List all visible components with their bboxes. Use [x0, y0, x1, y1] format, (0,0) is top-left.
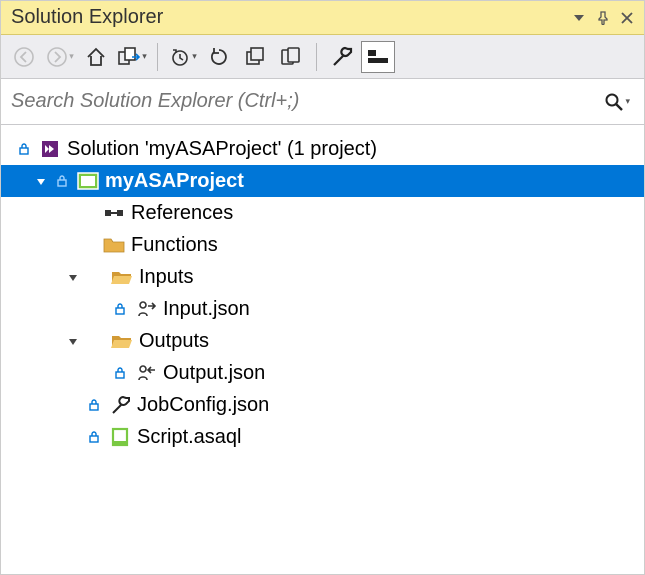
- home-button[interactable]: [79, 41, 113, 73]
- expander-icon[interactable]: [65, 269, 81, 285]
- references-icon: [101, 202, 127, 224]
- sync-views-button[interactable]: ▾: [115, 41, 149, 73]
- lock-icon: [111, 300, 129, 318]
- solution-label: Solution 'myASAProject' (1 project): [67, 138, 377, 161]
- solution-node[interactable]: Solution 'myASAProject' (1 project): [1, 133, 644, 165]
- project-icon: [75, 170, 101, 192]
- toolbar-separator: [316, 43, 317, 71]
- back-button[interactable]: [7, 41, 41, 73]
- input-json-label: Input.json: [163, 298, 250, 321]
- lock-icon: [15, 140, 33, 158]
- output-json-node[interactable]: Output.json: [1, 357, 644, 389]
- input-file-icon: [133, 298, 159, 320]
- refresh-button[interactable]: [202, 41, 236, 73]
- lock-icon: [111, 364, 129, 382]
- titlebar: Solution Explorer: [1, 1, 644, 35]
- preview-button[interactable]: [361, 41, 395, 73]
- lock-icon: [85, 428, 103, 446]
- functions-node[interactable]: Functions: [1, 229, 644, 261]
- solution-tree: Solution 'myASAProject' (1 project) myAS…: [1, 125, 644, 574]
- project-label: myASAProject: [105, 170, 244, 193]
- close-button[interactable]: [616, 7, 638, 29]
- search-input[interactable]: [11, 90, 600, 113]
- input-json-node[interactable]: Input.json: [1, 293, 644, 325]
- wrench-icon: [107, 394, 133, 416]
- dropdown-button[interactable]: [568, 7, 590, 29]
- expander-icon[interactable]: [65, 333, 81, 349]
- inputs-node[interactable]: Inputs: [1, 261, 644, 293]
- output-json-label: Output.json: [163, 362, 265, 385]
- outputs-label: Outputs: [139, 330, 209, 353]
- window-title: Solution Explorer: [7, 6, 568, 29]
- folder-icon: [101, 234, 127, 256]
- solution-icon: [37, 138, 63, 160]
- properties-button[interactable]: [325, 41, 359, 73]
- script-icon: [107, 426, 133, 448]
- search-bar: ▾: [1, 79, 644, 125]
- script-label: Script.asaql: [137, 426, 242, 449]
- output-file-icon: [133, 362, 159, 384]
- chevron-down-icon: ▾: [625, 96, 630, 107]
- toolbar: ▾ ▾ ▾: [1, 35, 644, 79]
- jobconfig-label: JobConfig.json: [137, 394, 269, 417]
- project-node[interactable]: myASAProject: [1, 165, 644, 197]
- jobconfig-node[interactable]: JobConfig.json: [1, 389, 644, 421]
- lock-icon: [53, 172, 71, 190]
- collapse-all-button[interactable]: [238, 41, 272, 73]
- references-label: References: [131, 202, 233, 225]
- pending-changes-button[interactable]: ▾: [166, 41, 200, 73]
- script-node[interactable]: Script.asaql: [1, 421, 644, 453]
- show-all-files-button[interactable]: [274, 41, 308, 73]
- forward-button[interactable]: ▾: [43, 41, 77, 73]
- toolbar-separator: [157, 43, 158, 71]
- inputs-label: Inputs: [139, 266, 193, 289]
- window-buttons: [568, 7, 638, 29]
- outputs-node[interactable]: Outputs: [1, 325, 644, 357]
- expander-icon[interactable]: [33, 173, 49, 189]
- pin-button[interactable]: [592, 7, 614, 29]
- references-node[interactable]: References: [1, 197, 644, 229]
- search-button[interactable]: ▾: [600, 92, 634, 112]
- folder-open-icon: [109, 330, 135, 352]
- lock-icon: [85, 396, 103, 414]
- functions-label: Functions: [131, 234, 218, 257]
- folder-open-icon: [109, 266, 135, 288]
